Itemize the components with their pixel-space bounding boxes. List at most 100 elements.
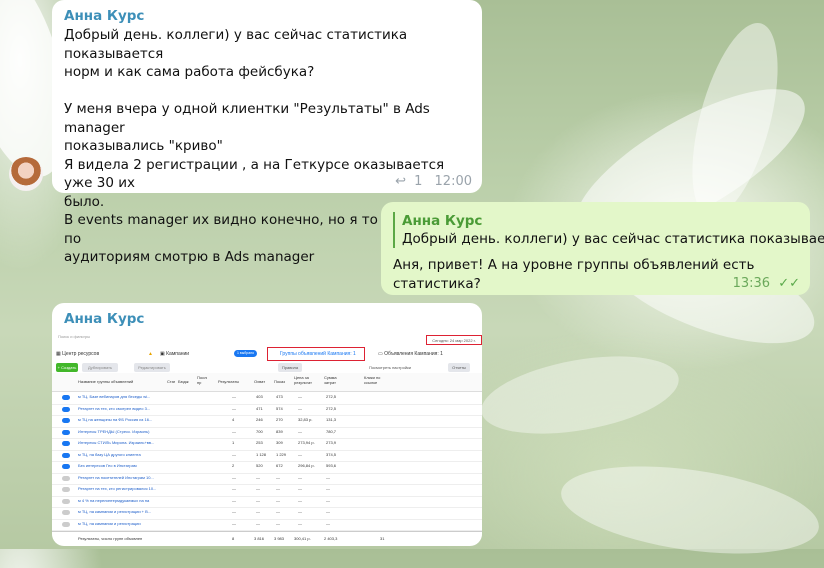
message-sender-name[interactable]: Анна Курс xyxy=(64,311,470,327)
edit-button: Редактировать xyxy=(134,363,170,372)
incoming-message[interactable]: Анна Курс Добрый день. коллеги) у вас се… xyxy=(52,0,482,265)
toggle-switch xyxy=(62,406,70,412)
impressions-cell: — xyxy=(276,497,280,503)
toggle-switch xyxy=(62,429,70,435)
selected-badge: 1 выбрано xyxy=(234,350,258,357)
toggle-switch xyxy=(62,441,70,446)
toggle-switch xyxy=(62,452,70,458)
results-cell: — xyxy=(232,509,236,514)
reply-quote[interactable]: Анна Курс Добрый день. коллеги) у вас се… xyxy=(393,212,824,248)
background-petal xyxy=(555,452,824,568)
date-range-highlight: Сегодня: 24 мар 2022 г. xyxy=(426,335,482,345)
impressions-cell: 309 xyxy=(276,440,283,445)
cost-cell: — xyxy=(298,394,302,399)
ads-manager-screenshot[interactable]: Поиск и фильтры Сегодня: 24 мар 2022 г. … xyxy=(52,333,482,545)
col-status: Статус xyxy=(167,379,175,384)
results-cell: — xyxy=(232,486,236,491)
spent-cell: 272,5 xyxy=(326,405,337,411)
col-last: Последнее пр xyxy=(197,375,207,385)
impressions-cell: — xyxy=(276,486,280,491)
spent-cell: — xyxy=(326,509,330,514)
tab-adsets-highlight: Группы объявлений Кампания: 1 xyxy=(267,347,365,361)
sender-avatar[interactable] xyxy=(9,157,43,191)
adset-name: м ТЦ, на кампании и регистрации + В... xyxy=(78,509,152,514)
table-row: м ТЦ, на кампании и регистрации — — — — — xyxy=(52,519,482,531)
col-clicks: Клики по ссылке xyxy=(364,375,381,385)
cost-cell: — xyxy=(298,451,302,457)
screenshot-breadcrumb: Поиск и фильтры xyxy=(58,334,91,339)
reply-count[interactable]: 1 xyxy=(414,174,422,189)
footer-reach: 3 816 xyxy=(254,536,265,541)
spent-cell: — xyxy=(326,486,330,491)
spent-cell: — xyxy=(326,497,330,503)
tab-ads-label: Объявления Кампания: 1 xyxy=(384,351,443,357)
toggle-switch xyxy=(62,395,70,400)
col-results: Результаты xyxy=(218,379,240,384)
outgoing-message[interactable]: Анна Курс Добрый день. коллеги) у вас се… xyxy=(381,202,824,295)
toggle-switch xyxy=(62,418,70,423)
view-settings: Посмотреть настройки xyxy=(368,365,412,370)
adset-name: м ТЦ. Базе вебинаров для беседы wi... xyxy=(78,394,151,399)
reach-cell: 403 xyxy=(256,394,263,399)
table-footer: Результаты, число групп объявлен 8 3 816… xyxy=(52,531,482,545)
message-time: 13:36 xyxy=(732,276,771,291)
quote-sender-name: Анна Курс xyxy=(402,213,483,229)
footer-cost: 300,41 р. xyxy=(294,536,311,541)
cost-cell: — xyxy=(298,497,302,503)
col-budget: Бюдж xyxy=(178,379,189,384)
adset-name: Ретаргет на посетителей Инстаграм 10... xyxy=(78,474,154,480)
message-meta: 13:36 ✓✓ xyxy=(733,276,800,291)
quote-text: Добрый день. коллеги) у вас сейчас стати… xyxy=(402,231,824,247)
spent-cell: 780,7 xyxy=(326,428,337,434)
adset-name: Интересы ТРЕНДЫ (Стресс. Израиль) xyxy=(78,428,150,434)
message-sender-name[interactable]: Анна Курс xyxy=(64,6,470,26)
cost-cell: 296,84 р. xyxy=(298,463,315,468)
tab-ads: ▭ Объявления Кампания: 1 xyxy=(378,351,443,357)
toggle-switch xyxy=(62,510,70,515)
selected-badge-label: 1 выбрано xyxy=(237,351,255,355)
spent-cell: 272,5 xyxy=(326,394,337,399)
spent-cell: 131,3 xyxy=(326,417,337,422)
spent-cell: 273,9 xyxy=(326,440,337,445)
footer-impressions: 3 983 xyxy=(274,536,285,541)
reach-cell: — xyxy=(256,509,260,514)
impressions-cell: — xyxy=(276,509,280,514)
cost-cell: — xyxy=(298,428,302,434)
adset-name: м ТЦ, на базу ЦА другого клиента xyxy=(78,451,141,457)
message-time: 12:00 xyxy=(434,174,472,189)
impressions-cell: 672 xyxy=(276,463,283,468)
impressions-cell: — xyxy=(276,520,280,526)
cost-cell: — xyxy=(298,509,302,514)
reply-icon[interactable]: ↩ xyxy=(395,174,406,189)
results-cell: — xyxy=(232,474,236,480)
spent-cell: — xyxy=(326,520,330,526)
col-name: Название группы объявлений xyxy=(78,379,134,384)
adset-name: Ретаргет на тех, кто регистрировался 10.… xyxy=(78,486,157,491)
toggle-switch xyxy=(62,498,70,504)
cost-cell: 32,83 р. xyxy=(298,417,313,422)
footer-spent: 2 403,3 xyxy=(324,536,338,541)
results-cell: — xyxy=(232,520,236,526)
duplicate-button: Дублировать xyxy=(82,363,118,372)
impressions-cell: 574 xyxy=(276,405,283,411)
adset-name: Без интересов Гео в Инстаграм xyxy=(78,463,137,468)
create-button: + Создать xyxy=(56,363,78,372)
results-cell: — xyxy=(232,497,236,503)
reach-cell: — xyxy=(256,486,260,491)
footer-label: Результаты, число групп объявлен xyxy=(78,536,143,541)
results-cell: — xyxy=(232,451,236,457)
spent-cell: 593,6 xyxy=(326,463,337,468)
reach-cell: — xyxy=(256,474,260,480)
double-check-icon: ✓✓ xyxy=(778,276,800,291)
impressions-cell: 270 xyxy=(276,417,283,422)
rules-button: Правила xyxy=(278,363,302,372)
spent-cell: 374,5 xyxy=(326,451,337,457)
cost-cell: — xyxy=(298,474,302,480)
reach-cell: 520 xyxy=(256,463,263,468)
resource-center: ▦ Центр ресурсов xyxy=(56,351,100,357)
reach-cell: 1 128 xyxy=(256,451,267,457)
impressions-cell: 473 xyxy=(276,394,283,399)
spent-cell: — xyxy=(326,474,330,480)
adset-name: м 4 % на перелинтермдукаемых на на xyxy=(78,497,150,503)
footer-results: 8 xyxy=(232,536,235,541)
